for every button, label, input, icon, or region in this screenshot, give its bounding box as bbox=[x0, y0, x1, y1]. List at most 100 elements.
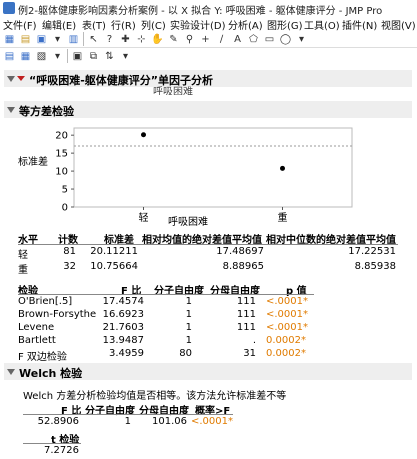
section-disclosure-icon[interactable] bbox=[7, 107, 15, 113]
hand-icon[interactable]: ✋ bbox=[151, 33, 164, 46]
open-icon[interactable]: ▤ bbox=[19, 33, 32, 46]
line-icon[interactable]: ∕ bbox=[215, 33, 228, 46]
welch-t-rule bbox=[23, 443, 81, 444]
sd-plot-svg: 0 5 10 15 20 轻 重 bbox=[55, 127, 353, 224]
welch-t-value: 7.2726 bbox=[44, 445, 79, 456]
shape-dropdown-icon[interactable]: ▾ bbox=[295, 33, 308, 46]
disclosure-icon[interactable] bbox=[7, 76, 15, 82]
test-row-name: Levene bbox=[18, 322, 55, 333]
section-title: 等方差检验 bbox=[19, 105, 74, 118]
y-tick-label: 20 bbox=[55, 131, 68, 142]
y-tick-label: 10 bbox=[55, 167, 68, 178]
menu-cols[interactable]: 列(C) bbox=[141, 17, 166, 32]
red-triangle-menu-icon[interactable] bbox=[17, 76, 25, 81]
save-icon[interactable]: ▣ bbox=[35, 33, 48, 46]
data-table-icon[interactable]: ▦ bbox=[19, 50, 32, 63]
test-row-den-df: 111 bbox=[236, 322, 256, 333]
welch-disclosure-icon[interactable] bbox=[7, 369, 15, 375]
data-point bbox=[280, 165, 285, 171]
test-row-p: <.0001* bbox=[266, 309, 309, 320]
test-row-f: 21.7603 bbox=[102, 322, 144, 333]
test-row-p: 0.0002* bbox=[266, 335, 306, 346]
x-tick-label: 重 bbox=[278, 211, 288, 224]
test-row-den-df: 111 bbox=[236, 309, 256, 320]
menu-tools[interactable]: 工具(O) bbox=[304, 17, 340, 32]
welch-table: F 比 分子自由度 分母自由度 概率>F 52.8906 1 101.06 <.… bbox=[23, 402, 253, 458]
sd-table: 水平 计数 标准差 相对均值的绝对差值平均值 相对中位数的绝对差值平均值 轻 8… bbox=[18, 229, 414, 281]
test-row-name: Brown-Forsythe bbox=[18, 309, 97, 320]
menu-table[interactable]: 表(T) bbox=[82, 17, 106, 32]
crosshair-icon[interactable]: + bbox=[199, 33, 212, 46]
menu-analyze[interactable]: 分析(A) bbox=[228, 17, 263, 32]
welch-f-value: 52.8906 bbox=[37, 416, 79, 427]
report-outline-header[interactable]: “呼吸困难-躯体健康评分”单因子分析 bbox=[4, 70, 412, 87]
annotate-icon[interactable]: A bbox=[231, 33, 244, 46]
rect-icon[interactable]: ▭ bbox=[263, 33, 276, 46]
dropdown2-icon[interactable]: ▾ bbox=[51, 50, 64, 63]
y-tick-label: 5 bbox=[62, 185, 68, 196]
sd-row-level: 轻 bbox=[18, 250, 28, 261]
journal-icon[interactable]: ▣ bbox=[71, 50, 84, 63]
x-axis-label: 呼吸困难 bbox=[168, 217, 208, 228]
menu-file[interactable]: 文件(F) bbox=[3, 17, 37, 32]
copy-icon[interactable]: ⧉ bbox=[87, 50, 100, 63]
menu-rows[interactable]: 行(R) bbox=[111, 17, 136, 32]
test-table: 检验 F 比 分子自由度 分母自由度 p 值 O'Brien[.5] 17.45… bbox=[18, 282, 338, 363]
test-row-name: O'Brien[.5] bbox=[18, 296, 73, 307]
layout-icon[interactable]: ▤ bbox=[3, 50, 16, 63]
test-row-num-df: 1 bbox=[185, 309, 192, 320]
welch-description: Welch 方差分析检验均值是否相等。该方法允许标准差不等 bbox=[23, 391, 287, 402]
test-row-num-df: 1 bbox=[185, 296, 192, 307]
test-row-f: 17.4574 bbox=[102, 296, 144, 307]
sd-row-mad-median: 8.85938 bbox=[354, 261, 396, 272]
lasso-icon[interactable]: ⊹ bbox=[135, 33, 148, 46]
dropdown-icon[interactable]: ▾ bbox=[51, 33, 64, 46]
menu-edit[interactable]: 编辑(E) bbox=[42, 17, 76, 32]
polygon-icon[interactable]: ⬠ bbox=[247, 33, 260, 46]
sd-row-mad-median: 17.22531 bbox=[348, 246, 396, 257]
help-icon[interactable]: ? bbox=[103, 33, 116, 46]
ellipse-icon[interactable]: ◯ bbox=[279, 33, 292, 46]
test-row-p: <.0001* bbox=[266, 296, 309, 307]
test-row-num-df: 80 bbox=[179, 348, 192, 359]
welch-num-df: 1 bbox=[124, 416, 131, 427]
test-row-f: 16.6923 bbox=[102, 309, 144, 320]
dropdown3-icon[interactable]: ▾ bbox=[119, 50, 132, 63]
partial-axis-label: 呼吸困难 bbox=[153, 87, 193, 95]
menu-addins[interactable]: 插件(N) bbox=[342, 17, 377, 32]
sd-row-mad-mean: 8.88965 bbox=[222, 261, 264, 272]
magnifier-icon[interactable]: ⚲ bbox=[183, 33, 196, 46]
equal-variance-header[interactable]: 等方差检验 bbox=[4, 101, 412, 118]
sd-row-level: 重 bbox=[18, 265, 28, 276]
test-table-rule bbox=[18, 294, 314, 295]
sd-table-rule bbox=[18, 244, 398, 245]
plot-frame bbox=[73, 127, 353, 208]
brush-icon[interactable]: ✎ bbox=[167, 33, 180, 46]
script-icon[interactable]: ▧ bbox=[35, 50, 48, 63]
test-row-p: 0.0002* bbox=[266, 348, 306, 359]
welch-title: Welch 检验 bbox=[19, 367, 83, 380]
welch-table-rule bbox=[23, 414, 233, 415]
toolbar-separator-2 bbox=[67, 49, 68, 63]
test-row-num-df: 1 bbox=[185, 335, 192, 346]
sort-icon[interactable]: ⇅ bbox=[103, 50, 116, 63]
table-icon[interactable]: ▥ bbox=[67, 33, 80, 46]
data-point bbox=[141, 132, 146, 138]
test-row-f: 13.9487 bbox=[102, 335, 144, 346]
sd-row-sd: 20.11211 bbox=[90, 246, 138, 257]
new-table-icon[interactable]: ▦ bbox=[3, 33, 16, 46]
sd-row-count: 81 bbox=[63, 246, 76, 257]
menu-view[interactable]: 视图(V) bbox=[381, 17, 416, 32]
selection-icon[interactable]: ✚ bbox=[119, 33, 132, 46]
x-tick-label: 轻 bbox=[139, 211, 149, 224]
menu-graph[interactable]: 图形(G) bbox=[267, 17, 303, 32]
test-row-name: F 双边检验 bbox=[18, 352, 67, 363]
test-row-p: <.0001* bbox=[266, 322, 309, 333]
sd-row-mad-mean: 17.48697 bbox=[216, 246, 264, 257]
y-tick-label: 15 bbox=[55, 149, 68, 160]
toolbar-separator bbox=[83, 32, 84, 46]
welch-header[interactable]: Welch 检验 bbox=[4, 363, 412, 380]
arrow-icon[interactable]: ↖ bbox=[87, 33, 100, 46]
menu-doe[interactable]: 实验设计(D) bbox=[170, 17, 226, 32]
sd-plot: 0 5 10 15 20 轻 重 bbox=[0, 120, 417, 230]
